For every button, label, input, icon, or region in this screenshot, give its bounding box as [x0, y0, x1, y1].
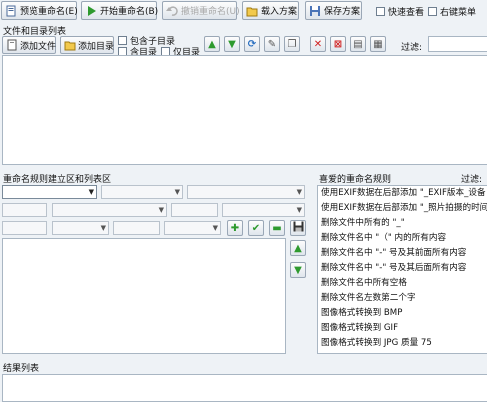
save-rule-button[interactable]	[290, 220, 306, 236]
undo-icon	[166, 5, 178, 17]
rule-param-select-1[interactable]: ▼	[52, 203, 167, 217]
rule-move-up-button[interactable]: ▲	[290, 240, 306, 256]
start-rename-button[interactable]: 开始重命名(B)	[81, 1, 159, 20]
add-dir-button[interactable]: 添加目录	[60, 36, 114, 54]
chevron-down-icon: ▼	[88, 188, 94, 196]
info-doc-icon: ▦	[373, 38, 383, 50]
arrow-up-icon: ▲	[294, 242, 302, 254]
context-menu-label: 右键菜单	[440, 8, 477, 18]
include-subdir-box[interactable]	[118, 36, 127, 45]
arrow-up-icon: ▲	[208, 38, 216, 50]
arrow-down-icon: ▼	[228, 38, 236, 50]
preview-doc-icon	[5, 5, 17, 17]
save-scheme-label: 保存方案	[324, 7, 361, 17]
quick-view-checkbox[interactable]: 快速查看	[376, 5, 424, 18]
refresh-icon: ⟳	[247, 38, 257, 50]
chevron-down-icon: ▼	[158, 206, 164, 214]
quick-view-box[interactable]	[376, 7, 385, 16]
rule-option-select-1[interactable]: ▼	[101, 185, 183, 199]
files-filter-input[interactable]	[428, 36, 487, 52]
preview-rename-label: 预览重命名(E)	[20, 7, 78, 17]
undo-rename-label: 撤销重命名(U)	[181, 7, 240, 17]
save-disk-icon	[293, 221, 304, 235]
favorite-rule-item[interactable]: 使用EXIF数据在后部添加 "_照片拍摄的时间	[318, 201, 487, 216]
favorite-rule-item[interactable]: 删除文件中所有的 "_"	[318, 216, 487, 231]
add-rule-button[interactable]: ✚	[227, 220, 243, 236]
undo-rename-button[interactable]: 撤销重命名(U)	[162, 1, 240, 20]
chevron-down-icon: ▼	[296, 206, 302, 214]
save-scheme-button[interactable]: 保存方案	[305, 1, 362, 20]
rule-list-panel[interactable]	[2, 238, 286, 354]
check-icon: ✔	[251, 222, 261, 234]
add-file-button[interactable]: 添加文件	[2, 36, 56, 54]
preview-rename-button[interactable]: 预览重命名(E)	[1, 1, 78, 20]
favorite-rule-item[interactable]: 删除文件名左数第二个字	[318, 291, 487, 306]
favorite-rule-item[interactable]: 使用EXIF数据在后部添加 "_EXIF版本_设备	[318, 186, 487, 201]
results-list-panel[interactable]	[2, 374, 487, 402]
delete-all-icon: ⊠	[333, 38, 343, 50]
edit-doc-icon: ✎	[267, 38, 277, 50]
results-section-title: 结果列表	[3, 364, 40, 374]
rule-param-select-2[interactable]: ▼	[222, 203, 305, 217]
rules-section-title: 重命名规则建立区和列表区	[3, 175, 112, 185]
favorite-rule-item[interactable]: 删除文件名中 "（" 内的所有内容	[318, 231, 487, 246]
close-icon: ✕	[313, 38, 323, 50]
load-scheme-label: 载入方案	[261, 7, 298, 17]
file-list-panel[interactable]	[2, 55, 487, 165]
quick-view-label: 快速查看	[388, 8, 425, 18]
play-icon	[85, 5, 97, 17]
rule-option-select-2[interactable]: ▼	[187, 185, 305, 199]
favorite-rule-item[interactable]: 图像格式转换到 BMP	[318, 306, 487, 321]
favorites-filter-label: 过滤:	[461, 175, 483, 185]
chevron-down-icon: ▼	[174, 188, 180, 196]
rule-param-field-1[interactable]	[2, 203, 47, 217]
rule-param-field-3[interactable]	[2, 221, 47, 235]
new-file-icon	[6, 39, 18, 51]
add-dir-label: 添加目录	[78, 41, 115, 52]
rule-param-field-4[interactable]	[113, 221, 160, 235]
chevron-down-icon: ▼	[212, 224, 218, 232]
favorite-rule-item[interactable]: 图像格式转换到 GIF	[318, 321, 487, 336]
folder-icon	[64, 39, 76, 51]
move-down-button[interactable]: ▼	[224, 36, 240, 52]
context-menu-box[interactable]	[428, 7, 437, 16]
export-button[interactable]: ▤	[350, 36, 366, 52]
favorite-rule-item[interactable]: 删除文件名中 "-" 号及其前面所有内容	[318, 246, 487, 261]
arrow-down-icon: ▼	[294, 264, 302, 276]
move-up-button[interactable]: ▲	[204, 36, 220, 52]
load-scheme-button[interactable]: 载入方案	[242, 1, 299, 20]
minus-icon: ▬	[272, 222, 282, 234]
start-rename-label: 开始重命名(B)	[100, 7, 159, 17]
rule-param-select-3[interactable]: ▼	[52, 221, 109, 235]
rule-type-select[interactable]: ▼	[2, 185, 97, 199]
delete-all-button[interactable]: ⊠	[330, 36, 346, 52]
files-filter-label: 过滤:	[401, 43, 423, 53]
confirm-rule-button[interactable]: ✔	[248, 220, 264, 236]
chevron-down-icon: ▼	[100, 224, 106, 232]
rule-move-down-button[interactable]: ▼	[290, 262, 306, 278]
favorite-rule-item[interactable]: 删除文件名中 "-" 号及其后面所有内容	[318, 261, 487, 276]
rule-param-select-4[interactable]: ▼	[164, 221, 221, 235]
favorites-list-panel[interactable]: 使用EXIF数据在后部添加 "_EXIF版本_设备 使用EXIF数据在后部添加 …	[317, 185, 487, 354]
add-file-label: 添加文件	[20, 41, 57, 52]
rule-param-field-2[interactable]	[171, 203, 218, 217]
chevron-down-icon: ▼	[296, 188, 302, 196]
folder-open-icon	[246, 5, 258, 17]
copy-icon: ❐	[287, 38, 297, 50]
refresh-button[interactable]: ⟳	[244, 36, 260, 52]
delete-button[interactable]: ✕	[310, 36, 326, 52]
favorite-rule-item[interactable]: 图像格式转换到 JPG 质量 75	[318, 336, 487, 351]
plus-icon: ✚	[230, 222, 240, 234]
favorite-rule-item[interactable]: 删除文件名中所有空格	[318, 276, 487, 291]
save-disk-icon	[309, 5, 321, 17]
favorites-title: 喜爱的重命名规则	[319, 175, 392, 185]
info-button[interactable]: ▦	[370, 36, 386, 52]
context-menu-checkbox[interactable]: 右键菜单	[428, 5, 476, 18]
edit-button[interactable]: ✎	[264, 36, 280, 52]
copy-button[interactable]: ❐	[284, 36, 300, 52]
document-icon: ▤	[353, 38, 363, 50]
remove-rule-button[interactable]: ▬	[269, 220, 285, 236]
